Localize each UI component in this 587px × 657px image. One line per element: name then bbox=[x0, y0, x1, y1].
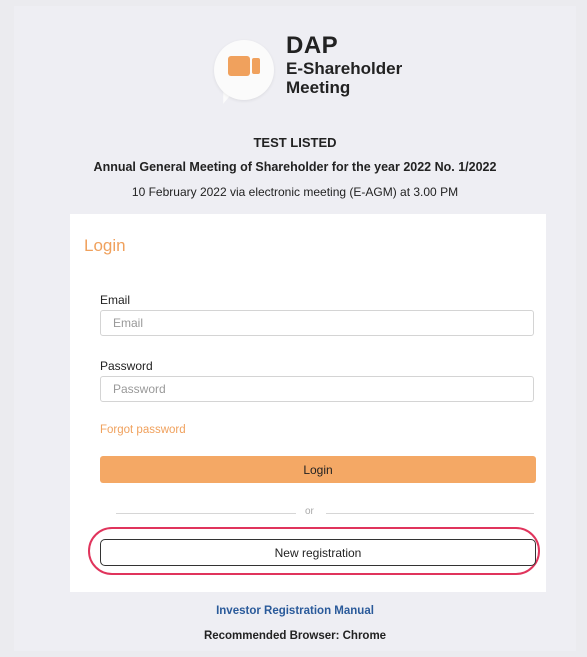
video-camera-icon bbox=[228, 56, 250, 76]
company-name: TEST LISTED bbox=[253, 135, 337, 150]
divider-right bbox=[326, 513, 534, 514]
login-card: Login Email Password Forgot password Log… bbox=[70, 214, 546, 592]
meeting-title: Annual General Meeting of Shareholder fo… bbox=[93, 160, 497, 174]
password-label: Password bbox=[100, 359, 153, 373]
brand-name: DAP bbox=[286, 32, 339, 59]
video-camera-lens-icon bbox=[252, 58, 260, 74]
login-page: DAP E-Shareholder Meeting TEST LISTED An… bbox=[14, 6, 576, 651]
recommended-browser-note: Recommended Browser: Chrome bbox=[203, 630, 387, 642]
logo-text: DAP E-Shareholder Meeting bbox=[286, 32, 403, 97]
brand-line-2: Meeting bbox=[286, 78, 351, 97]
email-input[interactable] bbox=[100, 310, 534, 336]
forgot-password-link[interactable]: Forgot password bbox=[100, 424, 186, 436]
new-registration-button[interactable]: New registration bbox=[100, 539, 536, 566]
login-title: Login bbox=[84, 236, 126, 255]
divider-left bbox=[116, 513, 296, 514]
login-button[interactable]: Login bbox=[100, 456, 536, 483]
investor-registration-manual-link[interactable]: Investor Registration Manual bbox=[14, 605, 576, 617]
email-label: Email bbox=[100, 293, 131, 307]
dap-logo: DAP E-Shareholder Meeting bbox=[214, 34, 444, 114]
password-input[interactable] bbox=[100, 376, 534, 402]
brand-line-1: E-Shareholder bbox=[286, 59, 403, 78]
meeting-datetime: 10 February 2022 via electronic meeting … bbox=[131, 185, 459, 199]
or-divider-text: or bbox=[305, 506, 314, 517]
